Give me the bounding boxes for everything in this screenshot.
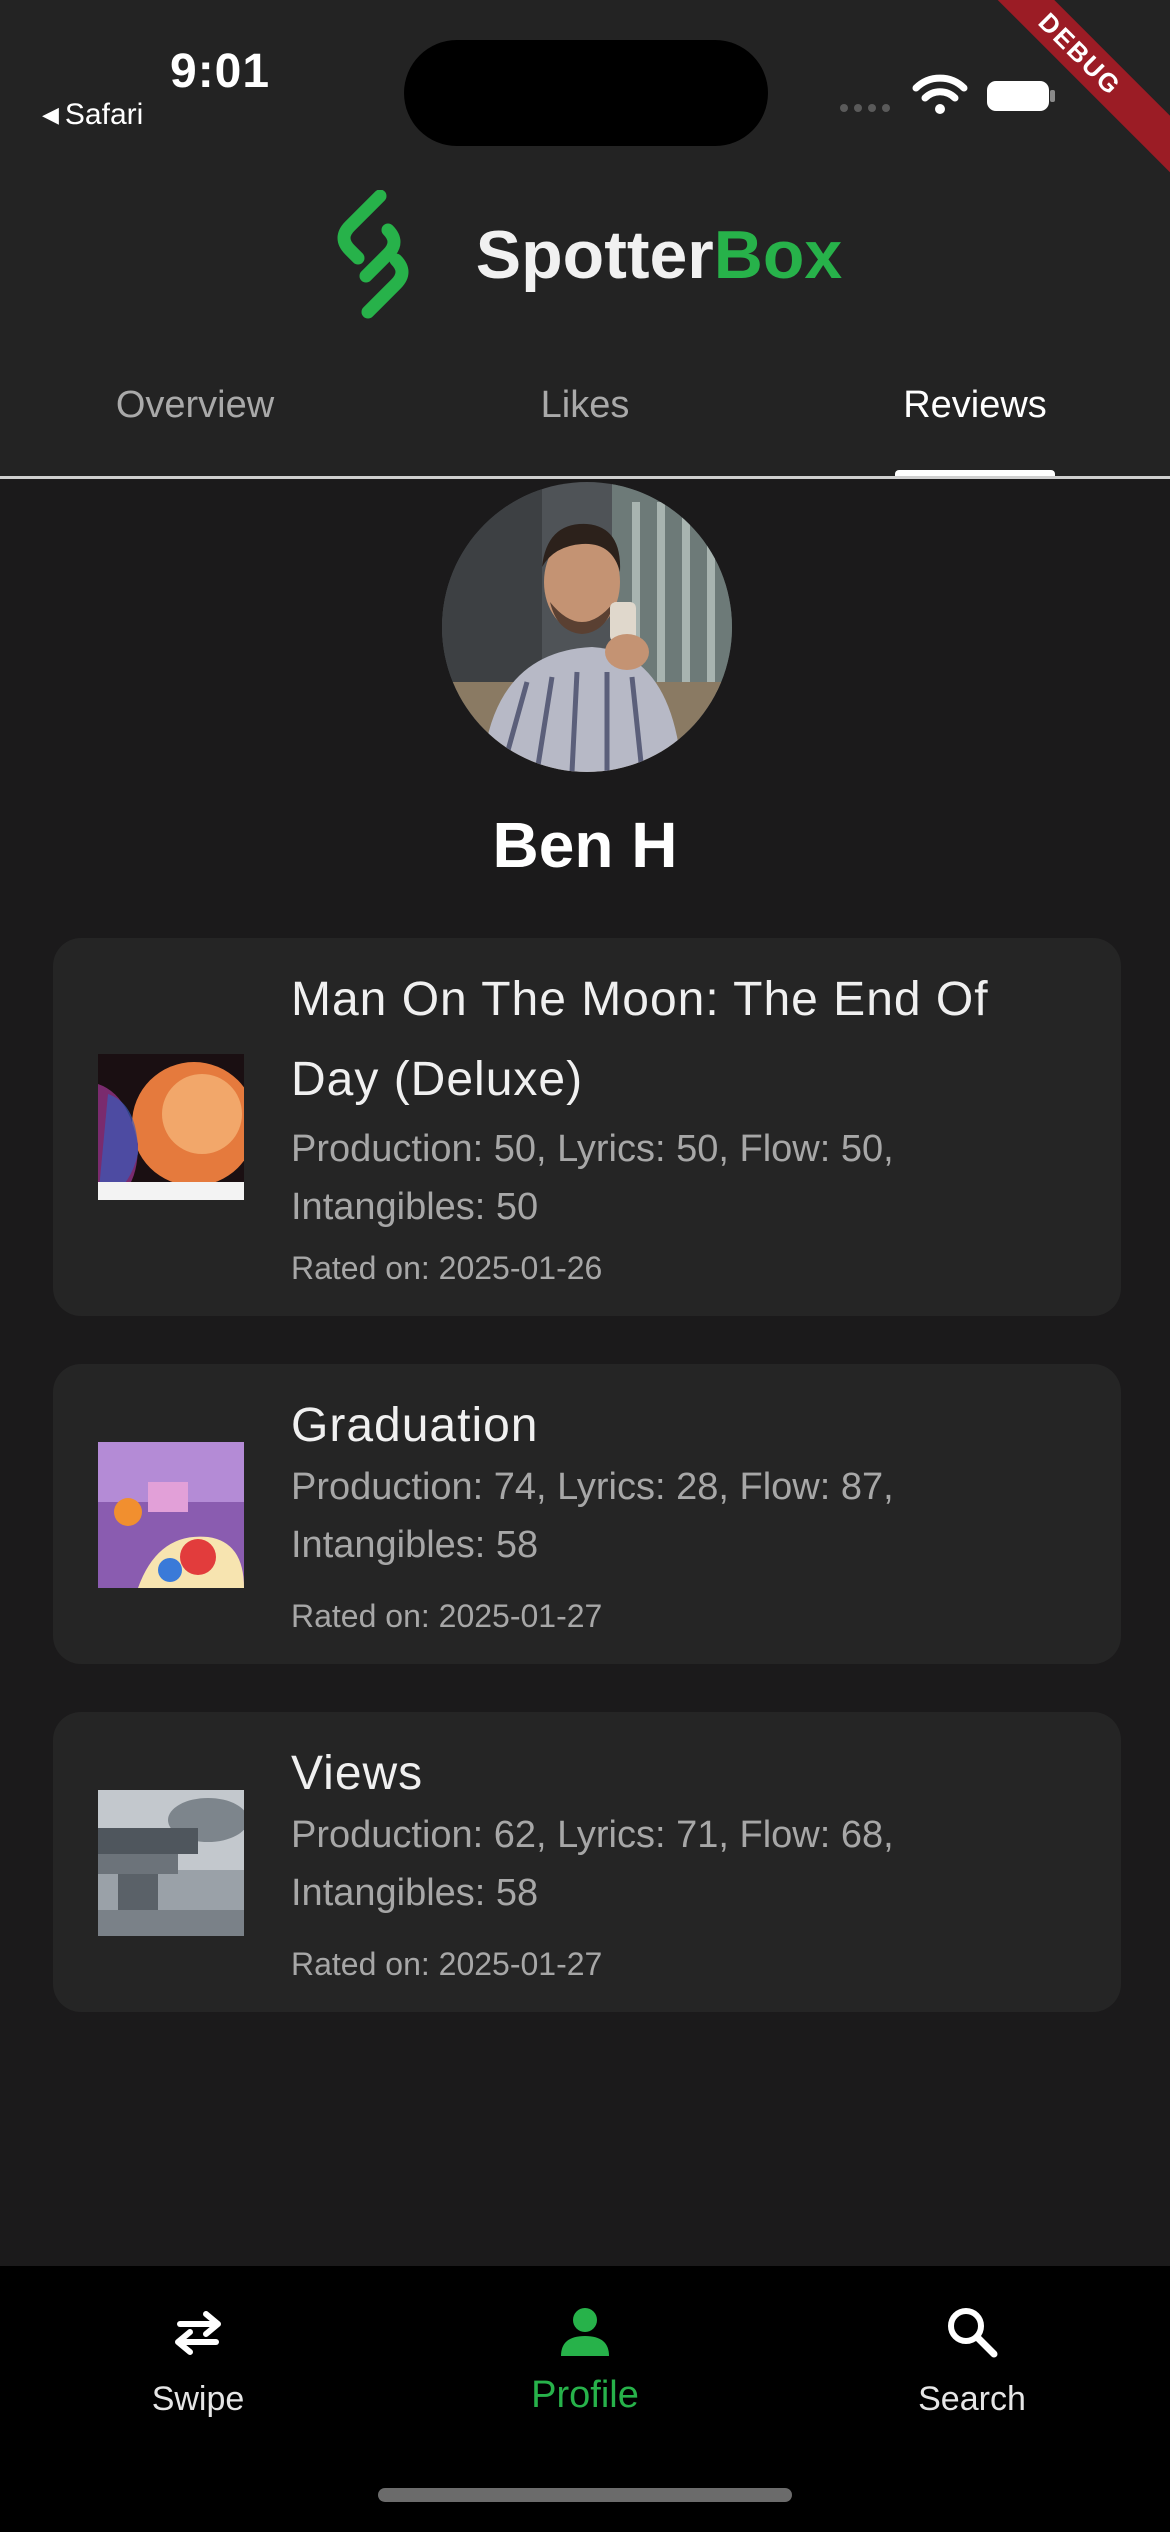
review-ratings: Production: 62, Lyrics: 71, Flow: 68, In… <box>291 1814 894 1914</box>
user-photo-icon <box>442 482 732 772</box>
brand-name: SpotterBox <box>476 216 842 294</box>
album-cover <box>98 1442 244 1588</box>
profile-name: Ben H <box>492 809 678 881</box>
nav-swipe[interactable]: Swipe <box>48 2302 348 2419</box>
album-cover <box>98 1790 244 1936</box>
album-art-moon-icon <box>98 1054 244 1200</box>
home-indicator[interactable] <box>378 2488 792 2502</box>
nav-search[interactable]: Search <box>822 2302 1122 2419</box>
wifi-icon <box>912 74 968 114</box>
back-app-label: Safari <box>64 98 144 131</box>
status-time: 9:01 <box>170 45 271 98</box>
back-triangle-icon: ◀ <box>42 102 59 127</box>
swap-arrows-icon <box>175 2311 221 2355</box>
review-card[interactable]: Views Production: 62, Lyrics: 71, Flow: … <box>53 1712 1121 2012</box>
nav-profile-label: Profile <box>531 2374 639 2416</box>
brand-name-primary: Spotter <box>475 217 714 293</box>
search-icon <box>948 2308 998 2358</box>
dynamic-island <box>404 40 768 146</box>
tab-overview[interactable]: Overview <box>0 370 390 478</box>
tab-likes[interactable]: Likes <box>390 370 780 478</box>
person-icon <box>561 2308 609 2356</box>
review-album-title: Man On The Moon: The End Of Day (Deluxe) <box>291 973 989 1106</box>
tab-divider <box>0 476 1170 479</box>
cellular-signal-icon <box>840 104 896 112</box>
review-card[interactable]: Man On The Moon: The End Of Day (Deluxe)… <box>53 938 1121 1316</box>
battery-icon <box>987 81 1055 111</box>
tab-reviews-label: Reviews <box>903 384 1047 426</box>
album-art-views-icon <box>98 1790 244 1936</box>
review-album-title: Graduation <box>291 1399 539 1452</box>
brand-name-accent: Box <box>713 217 843 293</box>
spotterbox-logo-icon <box>337 190 409 319</box>
back-to-safari[interactable]: ◀ Safari <box>42 98 143 132</box>
review-ratings: Production: 50, Lyrics: 50, Flow: 50, In… <box>291 1128 894 1228</box>
nav-profile[interactable]: Profile <box>435 2302 735 2417</box>
profile-tabs: Overview Likes Reviews <box>0 370 1170 478</box>
album-art-graduation-icon <box>98 1442 244 1588</box>
review-ratings: Production: 74, Lyrics: 28, Flow: 87, In… <box>291 1466 894 1566</box>
brand-header: SpotterBox <box>0 185 1170 325</box>
tab-reviews[interactable]: Reviews <box>780 370 1170 478</box>
tab-likes-label: Likes <box>540 384 630 426</box>
status-bar: 9:01 ◀ Safari <box>0 0 1170 146</box>
nav-search-label: Search <box>918 2380 1026 2418</box>
avatar[interactable] <box>442 482 732 772</box>
review-date: Rated on: 2025-01-27 <box>291 1598 603 1634</box>
tab-overview-label: Overview <box>115 384 275 426</box>
nav-swipe-label: Swipe <box>151 2380 245 2418</box>
review-album-title: Views <box>291 1747 424 1800</box>
review-date: Rated on: 2025-01-26 <box>291 1250 603 1286</box>
review-card[interactable]: Graduation Production: 74, Lyrics: 28, F… <box>53 1364 1121 1664</box>
review-date: Rated on: 2025-01-27 <box>291 1946 603 1982</box>
album-cover <box>98 1054 244 1200</box>
